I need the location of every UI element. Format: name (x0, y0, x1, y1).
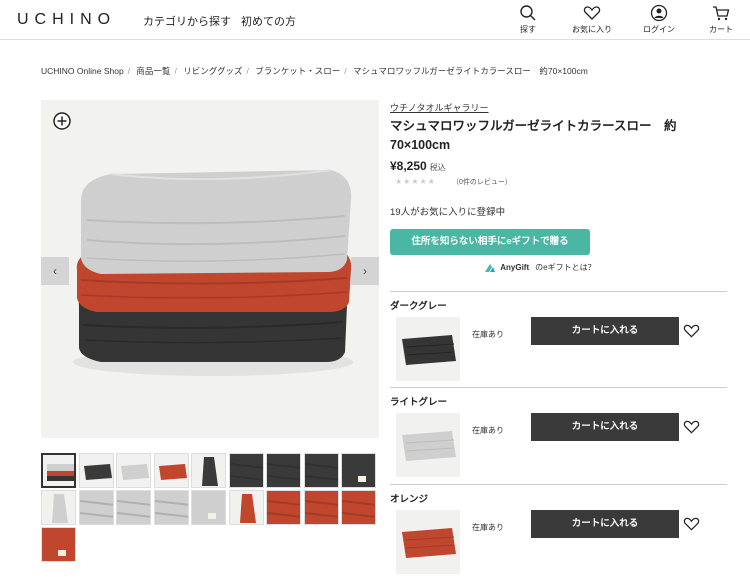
thumbnail-orange[interactable] (153, 453, 189, 488)
anygift-link[interactable]: AnyGift のeギフトとは？ (484, 262, 596, 273)
thumbnail-dark-label[interactable] (341, 453, 376, 488)
variant-orange: オレンジ 在庫あり カートに入れる (390, 484, 727, 580)
header-login-button[interactable]: ログイン (634, 4, 684, 38)
variant-image[interactable] (396, 413, 460, 477)
thumbnail-light[interactable] (116, 453, 151, 488)
header-cart-button[interactable]: カート (696, 4, 746, 38)
thumbnail-orange-texture3[interactable] (341, 490, 376, 525)
favorite-button[interactable] (683, 516, 700, 537)
price-value: ¥8,250 (390, 159, 427, 173)
thumbnail-orange-label[interactable] (41, 527, 76, 562)
header-favorites-button[interactable]: お気に入り (567, 4, 617, 38)
anygift-logo-icon (485, 263, 495, 272)
thumbnail-dark-texture2[interactable] (266, 453, 301, 488)
next-image-button[interactable]: › (351, 257, 379, 285)
thumbnail-light-label[interactable] (191, 490, 226, 525)
breadcrumb-item-shop[interactable]: UCHINO Online Shop (41, 66, 124, 76)
thumbnail-light-scarf[interactable] (41, 490, 76, 525)
thumbnail-orange-texture2[interactable] (303, 490, 339, 525)
anygift-brand: AnyGift (500, 263, 530, 272)
thumbnail-light-texture2[interactable] (116, 490, 151, 525)
heart-icon (683, 420, 700, 434)
egift-button[interactable]: 住所を知らない相手にeギフトで贈る (390, 229, 590, 255)
variant-name: ライトグレー (390, 397, 448, 408)
variant-image[interactable] (396, 317, 460, 381)
thumbnail-dark-texture3[interactable] (303, 453, 339, 488)
product-price: ¥8,250 税込 (390, 159, 446, 173)
variant-name: ダークグレー (390, 301, 447, 312)
main-product-image[interactable]: ‹ › (41, 100, 379, 438)
favorites-label: お気に入り (572, 25, 612, 34)
blanket-stack-image (41, 100, 379, 438)
stock-status: 在庫あり (472, 523, 504, 532)
cart-icon (713, 6, 730, 21)
breadcrumb-item-current: マシュマロワッフルガーゼライトカラースロー 約70×100cm (353, 66, 588, 76)
site-logo[interactable]: UCHINO (17, 11, 116, 29)
thumbnail-stack[interactable] (41, 453, 76, 488)
nav-first-time[interactable]: 初めての方 (241, 13, 296, 29)
cart-label: カート (709, 25, 733, 34)
brand-link[interactable]: ウチノタオルギャラリー (390, 101, 489, 114)
chevron-left-icon: ‹ (53, 264, 57, 278)
favorite-count: 19人がお気に入りに登録中 (390, 207, 506, 218)
dark-gray-blanket-image (396, 317, 460, 381)
breadcrumb-item-blanket[interactable]: ブランケット・スロー (255, 66, 340, 76)
chevron-right-icon: › (363, 264, 367, 278)
variant-light-gray: ライトグレー 在庫あり カートに入れる (390, 387, 727, 483)
add-to-cart-button[interactable]: カートに入れる (531, 317, 679, 345)
thumbnail-dark[interactable] (78, 453, 114, 488)
breadcrumb: UCHINO Online Shop / 商品一覧 / リビンググッズ / ブランケッ… (41, 66, 588, 76)
header-search-button[interactable]: 探す (503, 4, 553, 38)
heart-icon (683, 324, 700, 338)
favorite-button[interactable] (683, 323, 700, 344)
nav-category[interactable]: カテゴリから探す (143, 13, 231, 29)
search-label: 探す (520, 25, 536, 34)
variant-image[interactable] (396, 510, 460, 574)
zoom-plus-icon (53, 112, 71, 130)
heart-icon (683, 517, 700, 531)
tax-label: 税込 (429, 163, 446, 172)
prev-image-button[interactable]: ‹ (41, 257, 69, 285)
thumbnail-light-texture[interactable] (78, 490, 114, 525)
orange-blanket-image (396, 510, 460, 574)
variant-dark-gray: ダークグレー 在庫あり カートに入れる (390, 291, 727, 387)
breadcrumb-item-living[interactable]: リビンググッズ (183, 66, 242, 76)
thumbnail-light-texture3[interactable] (153, 490, 189, 525)
thumbnail-orange-texture[interactable] (266, 490, 301, 525)
zoom-button[interactable] (52, 111, 72, 136)
product-title: マシュマロワッフルガーゼライトカラースロー 約70×100cm (390, 119, 677, 152)
thumbnail-orange-scarf[interactable] (228, 490, 264, 525)
heart-icon (583, 6, 601, 20)
rating-stars: ★★★★★ (395, 177, 436, 186)
stock-status: 在庫あり (472, 330, 504, 339)
user-icon (650, 4, 668, 22)
site-header: UCHINO カテゴリから探す 初めての方 探す お気に入り ログイン カート (0, 0, 750, 40)
variant-name: オレンジ (390, 494, 429, 505)
thumbnail-dark-texture[interactable] (228, 453, 264, 488)
anygift-text: のeギフトとは？ (535, 263, 596, 272)
light-gray-blanket-image (396, 413, 460, 477)
stock-status: 在庫あり (472, 426, 504, 435)
add-to-cart-button[interactable]: カートに入れる (531, 413, 679, 441)
login-label: ログイン (643, 25, 675, 34)
favorite-button[interactable] (683, 419, 700, 440)
add-to-cart-button[interactable]: カートに入れる (531, 510, 679, 538)
thumbnail-dark-scarf[interactable] (191, 453, 226, 488)
breadcrumb-item-products[interactable]: 商品一覧 (136, 66, 170, 76)
review-count[interactable]: （0件のレビュー） (452, 177, 512, 187)
search-icon (520, 5, 536, 21)
